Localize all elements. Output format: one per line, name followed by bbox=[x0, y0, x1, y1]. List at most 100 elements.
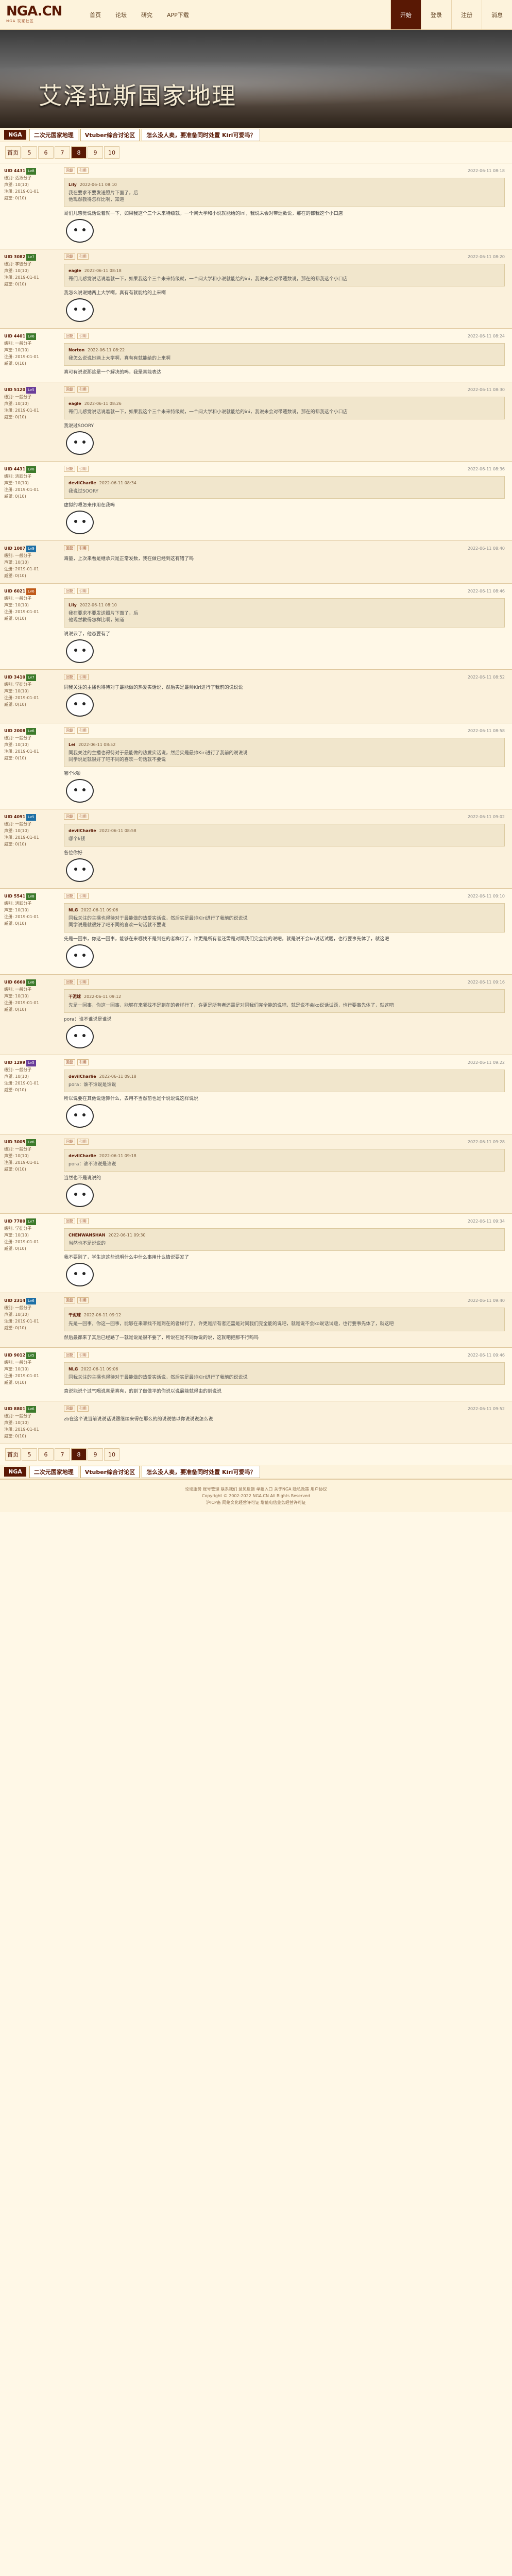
quote-button[interactable]: 引用 bbox=[77, 466, 89, 472]
topnav-messages[interactable]: 消息 bbox=[482, 0, 512, 29]
quote-button[interactable]: 引用 bbox=[77, 674, 89, 680]
quote-button[interactable]: 引用 bbox=[77, 588, 89, 594]
pager-page-button[interactable]: 8 bbox=[71, 1448, 87, 1461]
reply-button[interactable]: 回复 bbox=[64, 979, 75, 985]
quote-button[interactable]: 引用 bbox=[77, 893, 89, 899]
pager-page-button[interactable]: 6 bbox=[38, 146, 54, 159]
pager-page-button[interactable]: 10 bbox=[104, 1448, 120, 1461]
quote-button[interactable]: 引用 bbox=[77, 1297, 89, 1303]
pager-page-button[interactable]: 7 bbox=[55, 1448, 70, 1461]
reply-button[interactable]: 回复 bbox=[64, 1405, 75, 1412]
quote-button[interactable]: 引用 bbox=[77, 1139, 89, 1145]
quote-button[interactable]: 引用 bbox=[77, 386, 89, 393]
pager-page-button[interactable]: 6 bbox=[38, 1448, 54, 1461]
author-uid[interactable]: UID 4401 bbox=[4, 334, 25, 338]
pager-page-button[interactable]: 5 bbox=[22, 146, 37, 159]
pager-page-button[interactable]: 7 bbox=[55, 146, 70, 159]
reply-button[interactable]: 回复 bbox=[64, 1352, 75, 1358]
breadcrumb-item[interactable]: Vtuber综合讨论区 bbox=[80, 1465, 140, 1478]
topnav-forum[interactable]: 论坛 bbox=[108, 0, 134, 29]
breadcrumb-item[interactable]: 二次元国家地理 bbox=[29, 1465, 78, 1478]
quote-button[interactable]: 引用 bbox=[77, 333, 89, 339]
reply-button[interactable]: 回复 bbox=[64, 893, 75, 899]
author-uid[interactable]: UID 6660 bbox=[4, 980, 25, 985]
reply-button[interactable]: 回复 bbox=[64, 167, 75, 174]
author-uid[interactable]: UID 4091 bbox=[4, 815, 25, 819]
topnav-research[interactable]: 研究 bbox=[134, 0, 160, 29]
breadcrumb-item[interactable]: Vtuber综合讨论区 bbox=[80, 128, 140, 141]
reply-button[interactable]: 回复 bbox=[64, 253, 75, 260]
quote-button[interactable]: 引用 bbox=[77, 1218, 89, 1224]
quote-user[interactable]: eagle bbox=[69, 401, 81, 406]
quote-user[interactable]: NLG bbox=[69, 1367, 78, 1371]
author-uid[interactable]: UID 1007 bbox=[4, 546, 25, 551]
site-logo[interactable]: NGA.CN NGA 玩家社区 bbox=[0, 0, 72, 29]
quote-user[interactable]: devilCharlie bbox=[69, 1074, 96, 1079]
topnav-register[interactable]: 注册 bbox=[451, 0, 482, 29]
quote-user[interactable]: NLG bbox=[69, 908, 78, 912]
reply-button[interactable]: 回复 bbox=[64, 1297, 75, 1303]
quote-user[interactable]: Norton bbox=[69, 348, 84, 352]
author-uid[interactable]: UID 3082 bbox=[4, 255, 25, 259]
pager-page-button[interactable]: 5 bbox=[22, 1448, 37, 1461]
pager-page-button[interactable]: 首页 bbox=[5, 146, 21, 159]
reply-button[interactable]: 回复 bbox=[64, 333, 75, 339]
reply-button[interactable]: 回复 bbox=[64, 674, 75, 680]
pager-page-button[interactable]: 10 bbox=[104, 146, 120, 159]
reply-button[interactable]: 回复 bbox=[64, 1218, 75, 1224]
breadcrumb-item[interactable]: 二次元国家地理 bbox=[29, 128, 78, 141]
topnav-app[interactable]: APP下载 bbox=[160, 0, 196, 29]
breadcrumb-item[interactable]: 怎么没人卖，要准备同时处置 Kiri可爱吗？ bbox=[142, 128, 261, 141]
footer-line[interactable]: 论坛服务 账号管理 联系我们 意见反馈 举报入口 关于NGA 隐私政策 用户协议 bbox=[6, 1486, 506, 1493]
quote-user[interactable]: CHENWANSHAN bbox=[69, 1233, 105, 1238]
quote-user[interactable]: devilCharlie bbox=[69, 1154, 96, 1158]
author-uid[interactable]: UID 5120 bbox=[4, 387, 25, 392]
topnav-home[interactable]: 首页 bbox=[82, 0, 108, 29]
breadcrumb-home[interactable]: NGA bbox=[4, 1467, 26, 1477]
reply-button[interactable]: 回复 bbox=[64, 1139, 75, 1145]
pager-page-button[interactable]: 9 bbox=[88, 146, 103, 159]
pager-page-button[interactable]: 9 bbox=[88, 1448, 103, 1461]
author-uid[interactable]: UID 2008 bbox=[4, 728, 25, 733]
author-uid[interactable]: UID 2314 bbox=[4, 1298, 25, 1303]
quote-button[interactable]: 引用 bbox=[77, 814, 89, 820]
topnav-start[interactable]: 开始 bbox=[390, 0, 421, 29]
quote-button[interactable]: 引用 bbox=[77, 167, 89, 174]
quote-button[interactable]: 引用 bbox=[77, 253, 89, 260]
breadcrumb-item[interactable]: 怎么没人卖，要准备同时处置 Kiri可爱吗？ bbox=[142, 1465, 261, 1478]
quote-button[interactable]: 引用 bbox=[77, 979, 89, 985]
quote-user[interactable]: Lily bbox=[69, 603, 77, 607]
quote-button[interactable]: 引用 bbox=[77, 727, 89, 734]
quote-user[interactable]: eagle bbox=[69, 268, 81, 273]
quote-user[interactable]: Lily bbox=[69, 182, 77, 187]
quote-button[interactable]: 引用 bbox=[77, 1405, 89, 1412]
author-uid[interactable]: UID 8801 bbox=[4, 1406, 25, 1411]
pager-page-button[interactable]: 8 bbox=[71, 146, 87, 159]
reply-button[interactable]: 回复 bbox=[64, 727, 75, 734]
quote-user[interactable]: devilCharlie bbox=[69, 481, 96, 485]
quote-user[interactable]: devilCharlie bbox=[69, 828, 96, 833]
reply-button[interactable]: 回复 bbox=[64, 814, 75, 820]
author-uid[interactable]: UID 9012 bbox=[4, 1353, 25, 1358]
reply-button[interactable]: 回复 bbox=[64, 1059, 75, 1065]
quote-user[interactable]: 干泥球 bbox=[69, 994, 81, 999]
quote-user[interactable]: 干泥球 bbox=[69, 1313, 81, 1317]
author-uid[interactable]: UID 5541 bbox=[4, 894, 25, 899]
pager-page-button[interactable]: 首页 bbox=[5, 1448, 21, 1461]
author-uid[interactable]: UID 1299 bbox=[4, 1060, 25, 1065]
author-uid[interactable]: UID 4431 bbox=[4, 467, 25, 471]
author-uid[interactable]: UID 6021 bbox=[4, 589, 25, 594]
quote-button[interactable]: 引用 bbox=[77, 1059, 89, 1065]
quote-button[interactable]: 引用 bbox=[77, 545, 89, 551]
author-uid[interactable]: UID 7780 bbox=[4, 1219, 25, 1224]
quote-user[interactable]: Lei bbox=[69, 742, 75, 747]
reply-button[interactable]: 回复 bbox=[64, 588, 75, 594]
author-uid[interactable]: UID 4431 bbox=[4, 168, 25, 173]
author-uid[interactable]: UID 3005 bbox=[4, 1140, 25, 1144]
author-uid[interactable]: UID 3410 bbox=[4, 675, 25, 680]
reply-button[interactable]: 回复 bbox=[64, 545, 75, 551]
breadcrumb-home[interactable]: NGA bbox=[4, 130, 26, 140]
topnav-login[interactable]: 登录 bbox=[421, 0, 451, 29]
quote-button[interactable]: 引用 bbox=[77, 1352, 89, 1358]
reply-button[interactable]: 回复 bbox=[64, 466, 75, 472]
